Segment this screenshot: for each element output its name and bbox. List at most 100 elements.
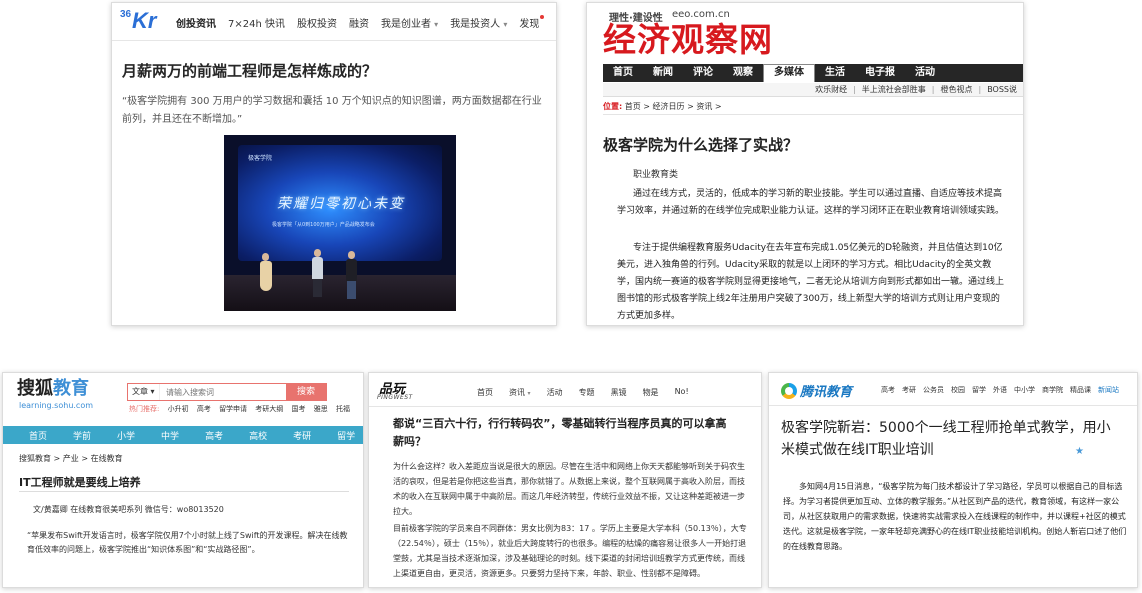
qq-article-body: 多知网4月15日消息，“极客学院为每门技术都设计了学习路径，学员可以根据自己的目… [783,482,1127,551]
qq-nav-item[interactable]: 高考 [881,385,895,395]
pingwest-nav-item[interactable]: 黑镜 [611,387,627,398]
pingwest-nav-item[interactable]: 首页 [477,387,493,398]
pingwest-article-card: 品玩 PINGWEST 首页 资讯 ▾ 活动 专题 黑镜 物是 No! 都说“三… [368,372,762,588]
eeo-subnav-item[interactable]: BOSS说 [987,83,1017,96]
sohu-hot-item[interactable]: 高考 [197,405,211,413]
eeo-subnav-item[interactable]: 橙色视点 [940,83,972,96]
kr-nav-item-rongzi[interactable]: 融资 [349,15,369,30]
pingwest-nav-item[interactable]: 物是 [643,387,659,398]
sohu-search-type-select[interactable]: 文章 ▾ [128,384,160,400]
eeo-sub-nav: 欢乐财经 | 半上流社会部胜事 | 橙色视点 | BOSS说 [603,83,1023,97]
eeo-subnav-item[interactable]: 半上流社会部胜事 [862,83,926,96]
sohu-nav-item[interactable]: 高校 [249,429,267,442]
eeo-main-nav: 首页 新闻 评论 观察 多媒体 生活 电子报 活动 [603,64,1023,82]
chevron-down-icon: ▾ [434,20,439,29]
sohu-search-button[interactable]: 搜索 [286,384,326,400]
sohu-nav-item[interactable]: 考研 [293,429,311,442]
eeo-nav-life[interactable]: 生活 [815,64,855,82]
eeo-nav-home[interactable]: 首页 [603,64,643,82]
pingwest-menu: 首页 资讯 ▾ 活动 专题 黑镜 物是 No! [477,387,689,398]
qq-nav-item[interactable]: 商学院 [1042,385,1063,395]
sohu-hot-item[interactable]: 考研大纲 [255,405,283,413]
qq-nav-item-news[interactable]: 新闻站 [1098,385,1119,395]
sohu-search-box: 文章 ▾ 搜索 [127,383,327,401]
divider [603,114,1023,115]
sohu-article-author: 文/黄嘉卿 在线教育很美吧系列 微信号：wo8013520 [33,505,224,514]
qq-nav-item[interactable]: 考研 [902,385,916,395]
eeo-breadcrumb-label: 位置: [603,102,623,111]
qq-logo[interactable]: 腾讯教育 [781,381,852,400]
eeo-domain: eeo.com.cn [672,9,730,20]
sohu-nav-item[interactable]: 首页 [29,429,47,442]
pingwest-paragraph: 为什么会这样？收入差距应当说是很大的原因。尽管在生活中和网络上你天天都能够听到关… [393,462,745,516]
star-icon[interactable]: ★ [1075,446,1084,457]
sohu-logo[interactable]: 搜狐教育 [17,379,89,399]
sohu-logo-edu: 教育 [53,378,89,399]
eeo-nav-news[interactable]: 新闻 [643,64,683,82]
kr-nav-founder-label: 我是创业者 [380,19,431,30]
kr-nav-item-kuaixun[interactable]: 7×24h 快讯 [228,15,285,30]
eeo-article-category: 职业教育类 [633,170,679,180]
stage-screen: 极客学院 荣耀归零初心未变 极客学院「从0到100万用户」产品战略发布会 [238,145,442,261]
divider [19,491,349,492]
stage-floor [224,275,456,311]
sohu-main-nav: 首页 学前 小学 中学 高考 高校 考研 留学 [3,426,363,444]
sohu-logo-main: 搜狐 [17,378,53,399]
sohu-search-input[interactable] [160,384,286,400]
qq-nav-item[interactable]: 外语 [993,385,1007,395]
pingwest-nav-item[interactable]: 专题 [579,387,595,398]
pingwest-nav-item[interactable]: No! [675,387,689,398]
eeo-article-title: 极客学院为什么选择了实战？ [603,136,799,154]
divider [769,405,1137,406]
eeo-nav-comment[interactable]: 评论 [683,64,723,82]
qq-nav-item[interactable]: 公务员 [923,385,944,395]
eeo-nav-multimedia[interactable]: 多媒体 [763,64,815,82]
kr-nav-item-founder[interactable]: 我是创业者 ▾ [381,15,438,30]
qq-logo-text: 腾讯教育 [800,385,853,400]
sohu-hot-item[interactable]: 雅思 [314,405,328,413]
kr-article-quote: “极客学院拥有 300 万用户的学习数据和囊括 10 万个知识点的知识图谱，两方… [122,96,542,125]
kr-nav-discover-label: 发现 [519,19,540,30]
qq-nav-item[interactable]: 校园 [951,385,965,395]
eeo-article-card: 理性·建设性 eeo.com.cn 经济观察网 首页 新闻 评论 观察 多媒体 … [586,2,1024,326]
kr-nav-item-investor[interactable]: 我是投资人 ▾ [450,15,507,30]
eeo-breadcrumb-path[interactable]: 首页 > 经济日历 > 资讯 > [625,102,722,111]
kr-menu: 创投资讯 7×24h 快讯 股权投资 融资 我是创业者 ▾ 我是投资人 ▾ 发现 [176,15,545,30]
sohu-breadcrumb[interactable]: 搜狐教育 > 产业 > 在线教育 [19,453,123,464]
kr-nav-item-guquan[interactable]: 股权投资 [297,15,337,30]
sohu-nav-item[interactable]: 中学 [161,429,179,442]
kr-nav-item-chuangtou[interactable]: 创投资讯 [176,15,216,30]
kr-article-title: 月薪两万的前端工程师是怎样炼成的？ [122,62,378,80]
pingwest-article-title: 都说“三百六十行，行行转码农”，零基础转行当程序员真的可以拿高薪吗？ [393,417,727,448]
qq-nav-item[interactable]: 中小学 [1014,385,1035,395]
qq-menu: 高考 考研 公务员 校园 留学 外语 中小学 商学院 精品课 新闻站 [881,385,1119,395]
notification-dot-icon [540,15,545,19]
tencent-logo-icon [781,382,797,399]
sohu-hot-item[interactable]: 小升初 [168,405,189,413]
sohu-hot-item[interactable]: 托福 [336,405,350,413]
sohu-nav-item[interactable]: 高考 [205,429,223,442]
pingwest-nav-item[interactable]: 活动 [547,387,563,398]
pingwest-paragraph: 目前极客学院的学员来自不同群体：男女比例为83：17 。学历上主要是大学本科（5… [393,524,747,578]
kr-event-photo: 极客学院 荣耀归零初心未变 极客学院「从0到100万用户」产品战略发布会 [224,135,456,311]
sohu-nav-item[interactable]: 小学 [117,429,135,442]
eeo-paragraph: 通过在线方式，灵活的，低成本的学习新的职业技能。学生可以通过直播、自适应等技术提… [617,189,1005,216]
eeo-nav-epaper[interactable]: 电子报 [855,64,905,82]
stage-screen-title: 荣耀归零初心未变 [277,196,405,212]
sohu-hot-item[interactable]: 留学申请 [219,405,247,413]
sohu-article-body: “苹果发布Swift开发语言时，极客学院仅用7个小时就上线了Swift的开发课程… [27,531,348,554]
qq-nav-item[interactable]: 精品课 [1070,385,1091,395]
sohu-nav-item[interactable]: 留学 [337,429,355,442]
kr-nav-item-discover[interactable]: 发现 [519,15,545,30]
eeo-subnav-item[interactable]: 欢乐财经 [815,83,847,96]
eeo-nav-observe[interactable]: 观察 [723,64,763,82]
kr-logo[interactable]: 36 Kr [120,9,158,35]
eeo-nav-events[interactable]: 活动 [905,64,945,82]
eeo-logo[interactable]: 经济观察网 [603,20,773,60]
sohu-hot-item[interactable]: 国考 [292,405,306,413]
pingwest-nav-item[interactable]: 资讯 ▾ [509,387,531,398]
chevron-down-icon: ▾ [150,387,155,396]
sohu-nav-item[interactable]: 学前 [73,429,91,442]
sohu-article-title: IT工程师就是要线上培养 [19,476,141,489]
qq-nav-item[interactable]: 留学 [972,385,986,395]
